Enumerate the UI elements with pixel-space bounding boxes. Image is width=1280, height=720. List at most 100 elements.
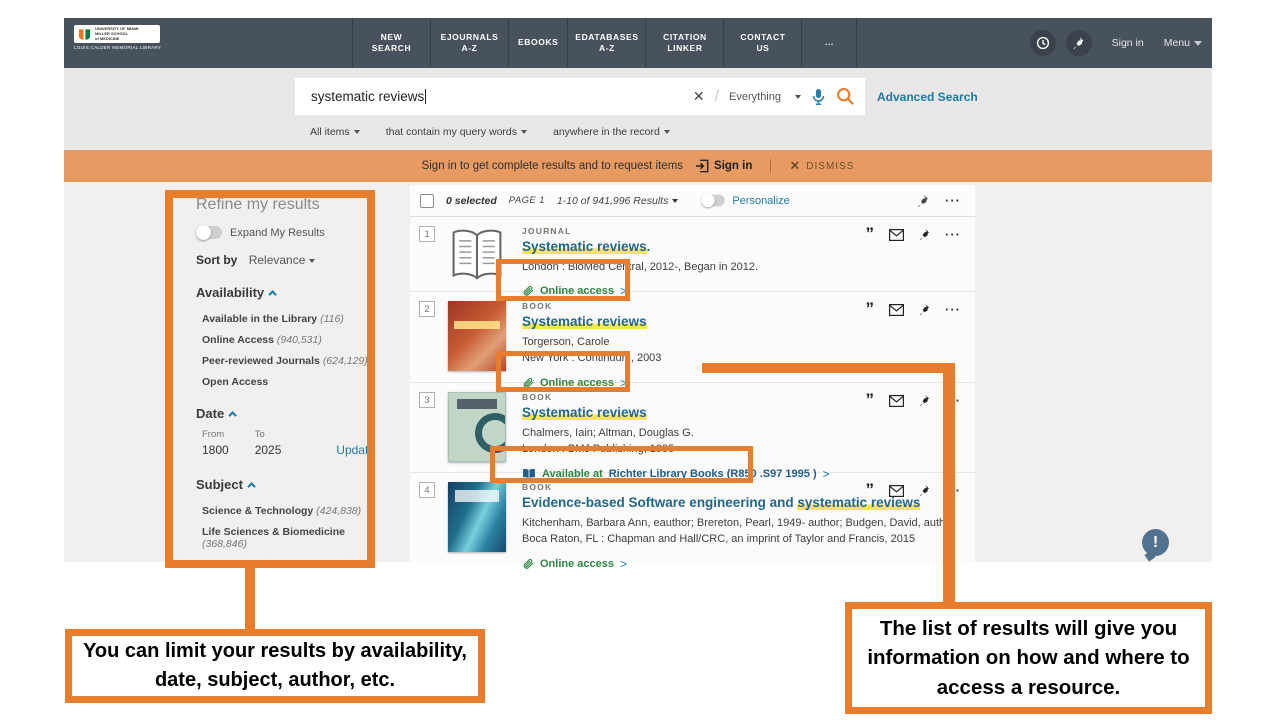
- facet-subject-lifesci[interactable]: Life Sciences & Biomedicine (368,846): [196, 521, 381, 554]
- citation-icon[interactable]: ”: [866, 229, 875, 241]
- sort-by-label: Sort by: [196, 253, 237, 267]
- pin-icon[interactable]: [919, 228, 930, 241]
- chevron-up-icon: [247, 482, 255, 490]
- email-icon[interactable]: [889, 229, 904, 241]
- clear-search-icon[interactable]: ✕: [693, 88, 705, 105]
- facet-online-access[interactable]: Online Access (940,531): [196, 329, 381, 350]
- facet-subject-header[interactable]: Subject: [196, 477, 381, 492]
- result-row-4[interactable]: 4 BOOK Evidence-based Software engineeri…: [410, 473, 975, 560]
- sign-in-link[interactable]: Sign in: [1112, 37, 1144, 49]
- facet-peer-reviewed[interactable]: Peer-reviewed Journals (624,129): [196, 350, 381, 371]
- nav-edatabases[interactable]: EDATABASES A-Z: [567, 18, 645, 68]
- citation-icon[interactable]: ”: [866, 395, 875, 407]
- more-actions-icon[interactable]: ···: [945, 393, 961, 408]
- facet-date-header[interactable]: Date: [196, 406, 381, 421]
- feedback-button[interactable]: !: [1142, 529, 1169, 556]
- select-all-checkbox[interactable]: [420, 194, 434, 208]
- result-thumbnail-book[interactable]: [446, 301, 508, 382]
- open-journal-icon: [448, 226, 506, 282]
- expand-results-toggle[interactable]: [196, 226, 222, 239]
- result-thumbnail-book[interactable]: [446, 482, 508, 560]
- banner-sign-in-button[interactable]: Sign in: [695, 159, 752, 173]
- more-actions-icon[interactable]: ···: [945, 302, 961, 317]
- facet-open-access[interactable]: Open Access: [196, 371, 381, 392]
- result-thumbnail-book[interactable]: [446, 392, 508, 472]
- pinned-items-button[interactable]: [1066, 30, 1092, 56]
- result-row-1[interactable]: 1 JOURNAL Systematic reviews. London : B…: [410, 217, 975, 292]
- voice-search-icon[interactable]: [811, 88, 826, 106]
- more-options-icon[interactable]: ···: [945, 193, 961, 208]
- email-icon[interactable]: [889, 304, 904, 316]
- sign-in-icon: [695, 159, 709, 173]
- selected-count: 0 selected: [446, 195, 497, 207]
- date-update-link[interactable]: Update: [336, 443, 375, 457]
- search-section: systematic reviews ✕ / Everything Advanc…: [64, 68, 1212, 150]
- signin-banner: Sign in to get complete results and to r…: [64, 150, 1212, 182]
- results-panel: 0 selected PAGE 1 1-10 of 941,996 Result…: [410, 185, 975, 562]
- nav-contact-us[interactable]: CONTACT US: [723, 18, 801, 68]
- result-number: 3: [419, 392, 435, 408]
- close-icon: ✕: [789, 158, 801, 174]
- result-actions: ” ···: [866, 393, 962, 408]
- online-access-link[interactable]: Online access >: [522, 557, 955, 571]
- result-number: 1: [419, 226, 435, 242]
- nav-citation-linker[interactable]: CITATION LINKER: [645, 18, 723, 68]
- result-author: Kitchenham, Barbara Ann, eauthor; Breret…: [522, 515, 955, 532]
- pin-icon: [1072, 36, 1085, 50]
- facet-available-in-library[interactable]: Available in the Library (116): [196, 308, 381, 329]
- result-row-3[interactable]: 3 BOOK Systematic reviews Chalmers, Iain…: [410, 383, 975, 473]
- banner-message: Sign in to get complete results and to r…: [422, 160, 683, 172]
- result-type: JOURNAL: [522, 226, 758, 236]
- library-name: LOUIS CALDER MEMORIAL LIBRARY: [74, 45, 160, 50]
- menu-button[interactable]: Menu: [1164, 37, 1202, 49]
- nav-more[interactable]: ...: [801, 18, 857, 68]
- more-actions-icon[interactable]: ···: [945, 483, 961, 498]
- result-number: 2: [419, 301, 435, 317]
- personalize-toggle[interactable]: Personalize: [700, 194, 789, 207]
- result-title-link[interactable]: Systematic reviews: [522, 405, 830, 422]
- facet-availability-header[interactable]: Availability: [196, 285, 381, 300]
- pin-icon[interactable]: [917, 194, 929, 208]
- date-to-field[interactable]: To 2025: [255, 429, 282, 457]
- email-icon[interactable]: [889, 395, 904, 407]
- nav-ejournals[interactable]: EJOURNALS A-Z: [430, 18, 508, 68]
- main-nav: NEW SEARCH EJOURNALS A-Z EBOOKS EDATABAS…: [352, 18, 857, 68]
- search-scope-dropdown[interactable]: Everything: [729, 91, 781, 103]
- advanced-search-link[interactable]: Advanced Search: [877, 90, 978, 104]
- facet-subject-scitech[interactable]: Science & Technology (424,838): [196, 500, 381, 521]
- pin-icon[interactable]: [919, 303, 930, 316]
- sort-dropdown[interactable]: Relevance: [249, 253, 316, 267]
- result-row-2[interactable]: 2 BOOK Systematic reviews Torgerson, Car…: [410, 292, 975, 383]
- result-thumbnail-journal[interactable]: [446, 226, 508, 291]
- chevron-down-icon[interactable]: [795, 95, 801, 99]
- pin-icon[interactable]: [919, 484, 930, 497]
- filter-anywhere[interactable]: anywhere in the record: [553, 126, 670, 138]
- book-cover-green: [448, 392, 506, 462]
- email-icon[interactable]: [889, 485, 904, 497]
- library-logo[interactable]: UNIVERSITY OF MIAMI MILLER SCHOOL of MED…: [74, 25, 160, 50]
- nav-ebooks[interactable]: EBOOKS: [508, 18, 567, 68]
- result-actions: ” ···: [866, 227, 962, 242]
- more-actions-icon[interactable]: ···: [945, 227, 961, 242]
- result-author: Chalmers, Iain; Altman, Douglas G.: [522, 425, 830, 442]
- history-button[interactable]: [1030, 30, 1056, 56]
- dismiss-button[interactable]: ✕ DISMISS: [789, 158, 854, 174]
- pin-icon[interactable]: [919, 394, 930, 407]
- citation-icon[interactable]: ”: [866, 485, 875, 497]
- filter-all-items[interactable]: All items: [310, 126, 360, 138]
- search-icon[interactable]: [836, 87, 855, 106]
- result-title-link[interactable]: Systematic reviews.: [522, 239, 758, 256]
- chevron-right-icon: >: [620, 557, 627, 571]
- paperclip-icon: [522, 558, 534, 570]
- search-box[interactable]: systematic reviews ✕ / Everything: [295, 78, 865, 115]
- date-from-field[interactable]: From 1800: [202, 429, 229, 457]
- citation-icon[interactable]: ”: [866, 304, 875, 316]
- facet-subject-humans[interactable]: Humans (249,843): [196, 554, 381, 562]
- result-number: 4: [419, 482, 435, 498]
- result-publication-info: Boca Raton, FL : Chapman and Hall/CRC, a…: [522, 531, 955, 548]
- result-title-link[interactable]: Systematic reviews: [522, 314, 661, 331]
- search-input[interactable]: systematic reviews: [311, 89, 426, 104]
- results-range-dropdown[interactable]: 1-10 of 941,996 Results: [557, 195, 679, 207]
- nav-new-search[interactable]: NEW SEARCH: [352, 18, 430, 68]
- filter-contain-words[interactable]: that contain my query words: [386, 126, 527, 138]
